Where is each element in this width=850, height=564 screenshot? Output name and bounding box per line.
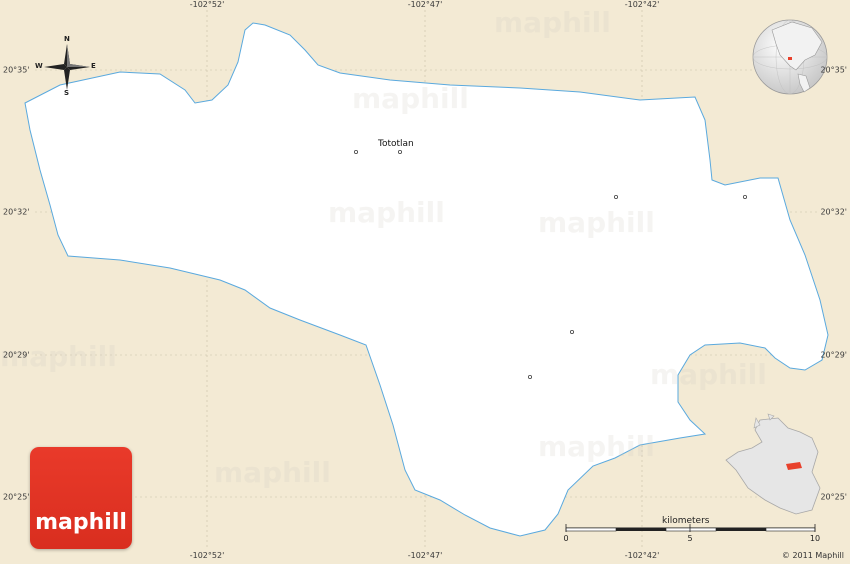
watermark: maphill [214, 456, 331, 489]
latitude-label-right: 20°29' [820, 350, 847, 360]
globe-locator [752, 19, 828, 95]
settlement-marker[interactable] [570, 329, 575, 334]
compass-east-label: E [91, 62, 96, 70]
watermark: maphill [352, 82, 469, 115]
maphill-logo[interactable]: maphill [30, 447, 132, 549]
compass-south-label: S [64, 89, 70, 97]
copyright-notice: © 2011 Maphill [781, 551, 844, 560]
latitude-label-left: 20°25' [3, 492, 30, 502]
watermark: maphill [538, 206, 655, 239]
settlement-marker-tototlan[interactable] [397, 149, 402, 154]
longitude-label-bottom: -102°42' [624, 551, 660, 560]
watermark: maphill [328, 196, 445, 229]
map-view[interactable]: maphill maphill maphill maphill maphill … [0, 0, 850, 564]
latitude-label-right: 20°32' [820, 207, 847, 217]
scale-tick-label: 10 [809, 534, 821, 543]
compass-west-label: W [35, 62, 43, 70]
state-inset [725, 413, 821, 515]
watermark: maphill [494, 6, 611, 39]
watermark: maphill [538, 430, 655, 463]
scale-tick-label: 0 [563, 534, 569, 543]
longitude-label-bottom: -102°47' [407, 551, 443, 560]
latitude-label-left: 20°35' [3, 65, 30, 75]
longitude-label-top: -102°42' [624, 0, 660, 9]
scale-unit-label: kilometers [662, 516, 710, 526]
settlement-marker[interactable] [614, 194, 619, 199]
place-label-tototlan[interactable]: Tototlan [378, 139, 414, 149]
watermark: maphill [650, 358, 767, 391]
scale-tick-label: 5 [687, 534, 693, 543]
globe-location-highlight [788, 57, 792, 60]
settlement-marker[interactable] [528, 374, 533, 379]
longitude-label-top: -102°47' [407, 0, 443, 9]
latitude-label-right: 20°25' [820, 492, 847, 502]
compass-north-label: N [64, 35, 70, 43]
longitude-label-top: -102°52' [189, 0, 225, 9]
logo-text: maphill [35, 510, 127, 535]
settlement-marker[interactable] [353, 149, 358, 154]
latitude-label-right: 20°35' [820, 65, 847, 75]
settlement-marker[interactable] [743, 194, 748, 199]
latitude-label-left: 20°32' [3, 207, 30, 217]
latitude-label-left: 20°29' [3, 350, 30, 360]
longitude-label-bottom: -102°52' [189, 551, 225, 560]
